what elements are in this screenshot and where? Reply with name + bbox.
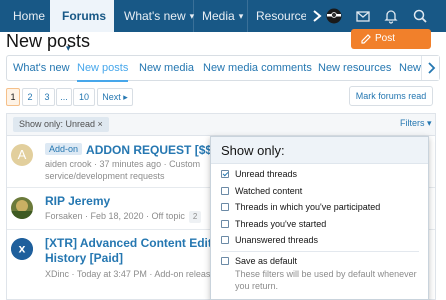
thread-title-line: History [Paid] bbox=[45, 251, 124, 265]
hint-line: These filters will be used by default wh… bbox=[235, 269, 417, 279]
checkbox[interactable] bbox=[221, 236, 229, 244]
post-thread-button[interactable]: Post thread... bbox=[351, 29, 431, 64]
option-label: Save as default bbox=[235, 256, 298, 266]
thread-meta-line: aiden crook · 37 minutes ago · Custom bbox=[45, 159, 201, 169]
checkbox[interactable] bbox=[221, 170, 229, 178]
top-navigation: Home Forums▾ What's new ▾ Media ▾ Resource… bbox=[0, 0, 446, 53]
page-10[interactable]: 10 bbox=[73, 88, 95, 106]
nav-media[interactable]: Media ▾ bbox=[202, 0, 243, 32]
thread-meta: XDinc · Today at 3:47 PM · Add-on releas… bbox=[45, 268, 237, 281]
mark-forums-read-button[interactable]: Mark forums read bbox=[349, 86, 433, 106]
tab-new-media-comments[interactable]: New media comments bbox=[203, 56, 312, 82]
active-filter-chip[interactable]: Show only: Unread × bbox=[13, 117, 109, 132]
tabs-scroll-right[interactable] bbox=[421, 56, 439, 80]
filters-dropdown-menu: Show only: Unread threads Watched conten… bbox=[210, 136, 429, 300]
chevron-right-icon bbox=[428, 62, 436, 74]
nav-forums[interactable]: Forums▾ bbox=[50, 0, 114, 53]
option-label: Unanswered threads bbox=[235, 235, 319, 245]
thread-meta-line: Forsaken · Feb 18, 2020 · Off topic bbox=[45, 211, 185, 221]
thread-title-text: ADDON REQUEST [$$] bbox=[86, 143, 217, 157]
page-title: New posts bbox=[6, 31, 91, 51]
svg-text:X: X bbox=[19, 246, 26, 256]
save-as-default-option[interactable]: Save as default bbox=[221, 256, 297, 266]
tab-whats-new[interactable]: What's new bbox=[13, 56, 70, 82]
checkbox[interactable] bbox=[221, 220, 229, 228]
nav-resources-label: Resources bbox=[256, 9, 306, 23]
tab-new-resources[interactable]: New resources bbox=[318, 56, 391, 82]
nav-whats-new-label: What's new bbox=[124, 9, 186, 23]
filter-bar: Show only: Unread × Filters ▾ bbox=[6, 113, 436, 135]
menu-divider bbox=[221, 251, 419, 252]
option-label: Threads you've started bbox=[235, 219, 327, 229]
thread-title-line: [XTR] Advanced Content Edit bbox=[45, 236, 212, 250]
avatar[interactable] bbox=[11, 197, 33, 219]
reply-count: 2 bbox=[188, 211, 202, 223]
mail-icon[interactable] bbox=[355, 8, 371, 24]
nav-media-label: Media bbox=[202, 9, 235, 23]
menu-header: Show only: bbox=[211, 137, 428, 164]
checkbox[interactable] bbox=[221, 187, 229, 195]
filter-option-unread[interactable]: Unread threads bbox=[221, 169, 297, 179]
edit-icon bbox=[361, 34, 371, 44]
nav-forums-label: Forums bbox=[62, 9, 107, 23]
caret-down-icon: ▾ bbox=[427, 118, 432, 128]
next-page-button[interactable]: Next ▸ bbox=[97, 88, 133, 106]
checkbox[interactable] bbox=[221, 203, 229, 211]
nav-divider bbox=[193, 0, 194, 32]
filter-option-started[interactable]: Threads you've started bbox=[221, 219, 326, 229]
filters-dropdown-toggle[interactable]: Filters ▾ bbox=[400, 118, 432, 129]
page-1[interactable]: 1 bbox=[6, 88, 20, 106]
nav-divider bbox=[247, 0, 248, 32]
thread-prefix-label[interactable]: Add-on bbox=[45, 143, 83, 155]
thread-meta-line: XDinc · Today at 3:47 PM · Add-on releas… bbox=[45, 269, 220, 279]
tab-new-media[interactable]: New media bbox=[139, 56, 194, 82]
nav-home-label: Home bbox=[12, 9, 45, 23]
whats-new-tabs: What's new New posts New media New media… bbox=[6, 55, 440, 82]
thread-meta: Forsaken · Feb 18, 2020 · Off topic 2 bbox=[45, 210, 202, 223]
thread-title[interactable]: [XTR] Advanced Content Edit History [Pai… bbox=[45, 236, 212, 266]
user-avatar-icon[interactable] bbox=[326, 8, 342, 24]
save-default-hint: These filters will be used by default wh… bbox=[235, 268, 420, 292]
thread-meta: aiden crook · 37 minutes ago · Custom se… bbox=[45, 158, 200, 182]
filters-label: Filters bbox=[400, 118, 425, 128]
thread-title[interactable]: RIP Jeremy bbox=[45, 194, 110, 208]
chevron-right-icon[interactable] bbox=[309, 8, 325, 24]
page-ellipsis[interactable]: ... bbox=[56, 88, 72, 106]
option-label: Unread threads bbox=[235, 169, 298, 179]
page-2[interactable]: 2 bbox=[22, 88, 38, 106]
nav-whats-new[interactable]: What's new ▾ bbox=[124, 0, 194, 32]
filter-option-participated[interactable]: Threads in which you've participated bbox=[221, 202, 380, 212]
filter-option-unanswered[interactable]: Unanswered threads bbox=[221, 235, 318, 245]
checkbox[interactable] bbox=[221, 257, 229, 265]
avatar[interactable]: X bbox=[11, 238, 33, 260]
xdinc-logo-icon: X bbox=[11, 238, 33, 260]
filter-option-watched[interactable]: Watched content bbox=[221, 186, 302, 196]
thread-title[interactable]: Add-on ADDON REQUEST [$$] bbox=[45, 143, 216, 157]
nav-resources[interactable]: Resources bbox=[256, 0, 306, 32]
thread-meta-line: service/development requests bbox=[45, 171, 165, 181]
search-icon[interactable] bbox=[412, 8, 428, 24]
option-label: Threads in which you've participated bbox=[235, 202, 381, 212]
bell-icon[interactable] bbox=[383, 8, 399, 24]
next-page-label: Next bbox=[102, 92, 121, 102]
tab-new-posts[interactable]: New posts bbox=[77, 56, 129, 82]
page-3[interactable]: 3 bbox=[39, 88, 55, 106]
avatar[interactable]: A bbox=[11, 144, 33, 166]
chevron-down-icon[interactable]: ▾ bbox=[239, 0, 244, 32]
chevron-right-icon: ▸ bbox=[123, 92, 128, 102]
hint-line: you return. bbox=[235, 281, 279, 291]
tab-new-more[interactable]: New bbox=[399, 56, 421, 82]
avatar-image bbox=[11, 197, 33, 219]
option-label: Watched content bbox=[235, 186, 303, 196]
